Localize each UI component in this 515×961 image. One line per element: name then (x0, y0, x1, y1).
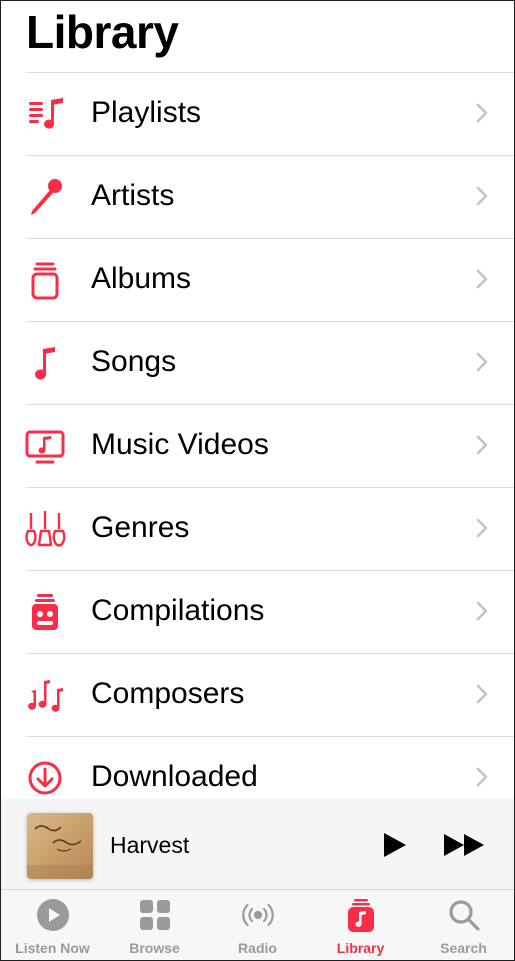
library-icon (347, 899, 374, 932)
search-icon (448, 900, 480, 931)
chevron-right-icon (476, 435, 488, 455)
library-item-label: Genres (91, 511, 190, 544)
album-stack-icon (31, 262, 59, 300)
compilation-icon (32, 594, 58, 630)
chevron-right-icon (476, 269, 488, 289)
play-icon[interactable] (379, 830, 409, 860)
tab-bar: Listen Now Browse Radio Library Search (1, 889, 514, 960)
library-item-label: Compilations (91, 594, 265, 627)
library-item-genres[interactable]: Genres (1, 487, 514, 570)
now-playing-title[interactable]: Harvest (110, 832, 189, 859)
divider (26, 155, 514, 156)
library-list: Playlists Artists Albums Songs Music Vid… (1, 72, 514, 819)
tab-label: Radio (238, 940, 277, 956)
tab-label: Listen Now (15, 940, 90, 956)
divider (26, 736, 514, 737)
library-item-label: Playlists (91, 96, 202, 129)
tab-label: Browse (129, 940, 180, 956)
tab-listen-now[interactable]: Listen Now (1, 890, 104, 960)
library-item-label: Downloaded (91, 760, 258, 793)
chevron-right-icon (476, 601, 488, 621)
library-item-label: Music Videos (91, 428, 269, 461)
music-note-icon (35, 347, 55, 380)
chevron-right-icon (476, 767, 488, 787)
tab-search[interactable]: Search (412, 890, 514, 960)
divider (26, 321, 514, 322)
divider (26, 404, 514, 405)
library-item-artists[interactable]: Artists (1, 155, 514, 238)
chevron-right-icon (476, 186, 488, 206)
divider (26, 238, 514, 239)
composer-notes-icon (28, 680, 63, 712)
music-video-icon (25, 430, 65, 464)
tab-browse[interactable]: Browse (103, 890, 206, 960)
microphone-icon (31, 179, 62, 215)
library-item-label: Artists (91, 179, 175, 212)
library-item-albums[interactable]: Albums (1, 238, 514, 321)
fast-forward-icon[interactable] (441, 830, 489, 860)
page-title: Library (26, 6, 179, 58)
album-artwork-image (27, 813, 93, 879)
library-item-label: Songs (91, 345, 177, 378)
tab-label: Library (336, 940, 385, 956)
divider (26, 72, 514, 73)
album-artwork[interactable] (27, 813, 93, 879)
app-window: Library Playlists Artists Albums Songs M… (0, 0, 515, 961)
library-item-label: Albums (91, 262, 192, 295)
guitars-icon (25, 511, 66, 547)
tab-label: Search (440, 940, 487, 956)
playlist-icon (29, 98, 63, 129)
divider (26, 653, 514, 654)
library-item-composers[interactable]: Composers (1, 653, 514, 736)
divider (26, 487, 514, 488)
chevron-right-icon (476, 684, 488, 704)
download-icon (28, 761, 62, 795)
mini-player[interactable]: Harvest (1, 799, 514, 889)
library-item-music-videos[interactable]: Music Videos (1, 404, 514, 487)
library-item-playlists[interactable]: Playlists (1, 72, 514, 155)
browse-grid-icon (139, 900, 170, 930)
tab-radio[interactable]: Radio (206, 890, 309, 960)
chevron-right-icon (476, 103, 488, 123)
radio-icon (241, 903, 274, 927)
listen-now-icon (36, 899, 69, 931)
divider (26, 570, 514, 571)
chevron-right-icon (476, 352, 488, 372)
library-item-label: Composers (91, 677, 245, 710)
library-item-songs[interactable]: Songs (1, 321, 514, 404)
chevron-right-icon (476, 518, 488, 538)
library-item-compilations[interactable]: Compilations (1, 570, 514, 653)
tab-library[interactable]: Library (309, 890, 412, 960)
